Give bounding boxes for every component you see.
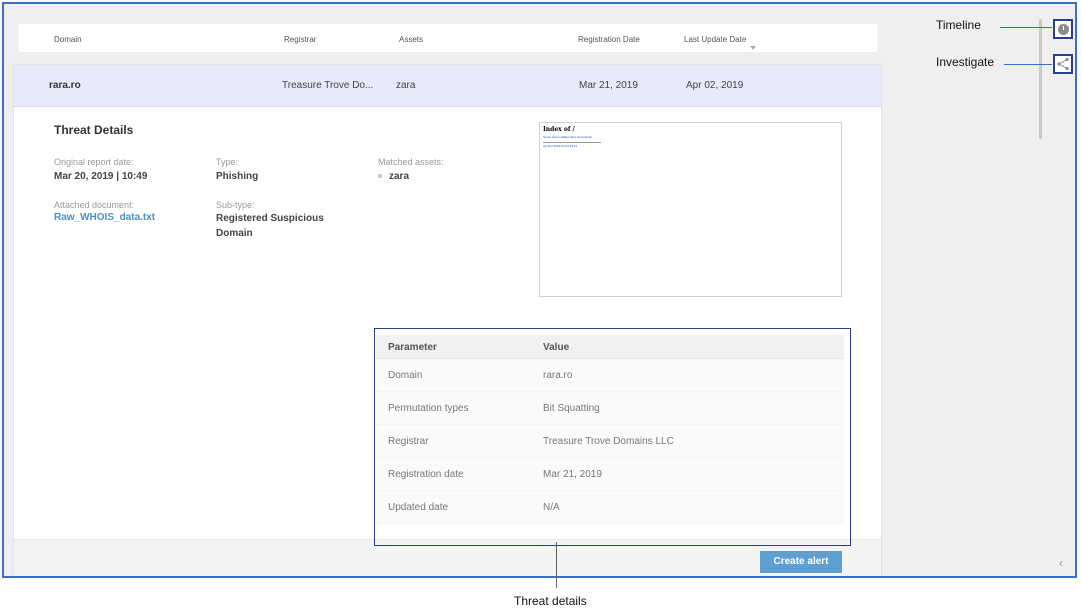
matched-asset-value: zara: [389, 171, 410, 182]
subtype-value-line1: Registered Suspicious: [216, 213, 324, 224]
share-icon: [1057, 57, 1069, 71]
create-alert-button[interactable]: Create alert: [760, 551, 842, 573]
preview-header-links: Name Last modified Size Description: [543, 135, 593, 139]
attached-document-link[interactable]: Raw_WHOIS_data.txt: [54, 212, 155, 223]
subtype-value-line2: Domain: [216, 228, 253, 239]
preview-divider: [543, 142, 601, 143]
original-report-label: Original report date:: [54, 157, 134, 167]
subtype-label: Sub-type:: [216, 200, 255, 210]
callout-line-threat-details: [556, 542, 557, 588]
investigate-button[interactable]: [1053, 54, 1073, 74]
sort-desc-icon: [750, 46, 757, 50]
scrollbar[interactable]: [1039, 19, 1042, 139]
preview-row: cgi-bin/ 2019-03-04 09:14: [543, 144, 578, 148]
row-assets: zara: [396, 80, 416, 91]
column-header-last-update-label: Last Update Date: [684, 35, 747, 44]
table-header: Domain Registrar Assets Registration Dat…: [19, 24, 877, 52]
row-domain: rara.ro: [49, 80, 81, 91]
bullet-icon: [378, 174, 382, 179]
timeline-button[interactable]: [1053, 19, 1073, 39]
callout-threat-details: Threat details: [514, 594, 587, 608]
type-value: Phishing: [216, 171, 259, 182]
original-report-value: Mar 20, 2019 | 10:49: [54, 171, 148, 182]
chevron-left-icon[interactable]: ‹: [1059, 556, 1063, 570]
type-label: Type:: [216, 157, 239, 167]
row-registration-date: Mar 21, 2019: [579, 80, 638, 91]
callout-line-investigate: [1004, 64, 1052, 65]
page-screenshot-preview[interactable]: Index of / Name Last modified Size Descr…: [539, 122, 842, 297]
callout-timeline: Timeline: [936, 18, 981, 32]
row-registrar: Treasure Trove Do...: [282, 80, 374, 91]
matched-assets-label: Matched assets:: [378, 157, 444, 167]
app-frame: Domain Registrar Assets Registration Dat…: [2, 2, 1077, 578]
table-row-selected[interactable]: rara.ro Treasure Trove Do... zara Mar 21…: [14, 65, 881, 107]
right-panel: [884, 4, 1075, 576]
callout-investigate: Investigate: [936, 55, 995, 69]
threat-details-highlight: [374, 328, 851, 546]
row-last-update-date: Apr 02, 2019: [686, 80, 744, 91]
column-header-last-update-date[interactable]: Last Update Date: [684, 35, 757, 50]
matched-assets-item: zara: [378, 169, 409, 184]
column-header-assets[interactable]: Assets: [399, 35, 423, 44]
clock-icon: [1058, 24, 1069, 35]
callout-line-timeline: [1000, 27, 1052, 28]
column-header-domain[interactable]: Domain: [54, 35, 82, 44]
column-header-registration-date[interactable]: Registration Date: [578, 35, 640, 44]
preview-title: Index of /: [543, 126, 575, 133]
attached-document-label: Attached document:: [54, 200, 135, 210]
column-header-registrar[interactable]: Registrar: [284, 35, 316, 44]
threat-details-title: Threat Details: [54, 123, 134, 137]
